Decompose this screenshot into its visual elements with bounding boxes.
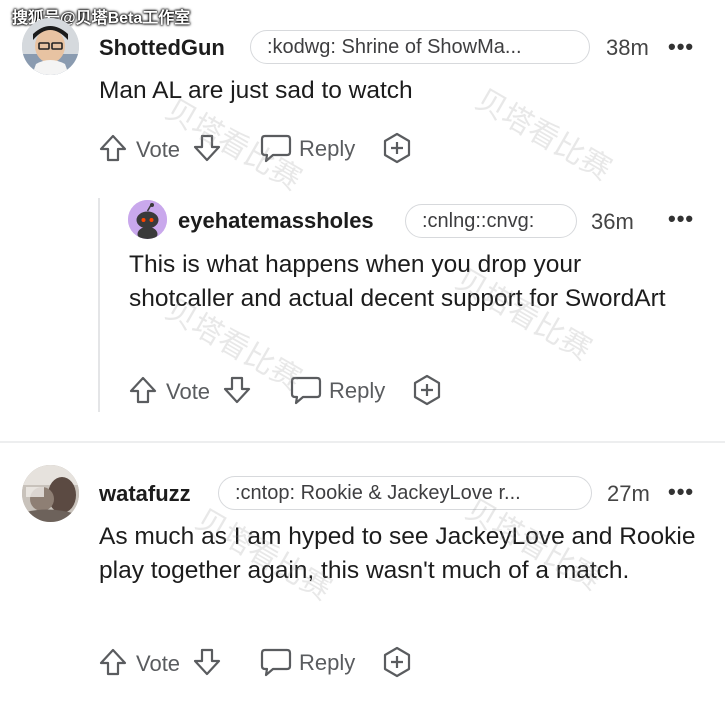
snoo-avatar-icon [128, 200, 167, 239]
reply-button[interactable]: Reply [329, 378, 385, 404]
reply-bubble-icon[interactable] [259, 133, 293, 163]
upvote-icon[interactable] [98, 133, 128, 163]
comment-body: This is what happens when you drop your … [129, 251, 666, 312]
user-avatar-photo-icon [22, 465, 79, 522]
timestamp: 38m [606, 35, 649, 60]
reply-button[interactable]: Reply [299, 136, 355, 162]
thread-line[interactable] [98, 198, 100, 412]
user-avatar-photo-icon [22, 18, 79, 75]
avatar[interactable] [22, 18, 79, 75]
more-options-button[interactable]: ••• [668, 36, 694, 58]
award-plus-icon[interactable] [381, 646, 413, 678]
user-flair: :kodwg: Shrine of ShowMa... [250, 30, 590, 64]
timestamp: 27m [607, 481, 650, 506]
downvote-icon[interactable] [222, 375, 252, 405]
timestamp: 36m [591, 209, 634, 234]
avatar[interactable] [128, 200, 167, 239]
more-options-button[interactable]: ••• [668, 481, 694, 503]
award-plus-icon[interactable] [381, 132, 413, 164]
username[interactable]: ShottedGun [99, 35, 225, 61]
reply-bubble-icon[interactable] [289, 375, 323, 405]
user-flair: :cntop: Rookie & JackeyLove r... [218, 476, 592, 510]
downvote-icon[interactable] [192, 133, 222, 163]
downvote-icon[interactable] [192, 647, 222, 677]
comment-divider [0, 441, 725, 443]
vote-label: Vote [136, 651, 181, 676]
reply-bubble-icon[interactable] [259, 647, 293, 677]
avatar[interactable] [22, 465, 79, 522]
upvote-icon[interactable] [128, 375, 158, 405]
username[interactable]: eyehatemassholes [178, 208, 374, 234]
more-options-button[interactable]: ••• [668, 208, 694, 230]
vote-label: Vote [136, 137, 181, 162]
upvote-icon[interactable] [98, 647, 128, 677]
user-flair: :cnlng::cnvg: [405, 204, 577, 238]
reply-button[interactable]: Reply [299, 650, 355, 676]
vote-label: Vote [166, 379, 211, 404]
comment-body: As much as I am hyped to see JackeyLove … [99, 523, 696, 584]
username[interactable]: watafuzz [99, 481, 191, 507]
comment-body: Man AL are just sad to watch [99, 77, 413, 104]
award-plus-icon[interactable] [411, 374, 443, 406]
